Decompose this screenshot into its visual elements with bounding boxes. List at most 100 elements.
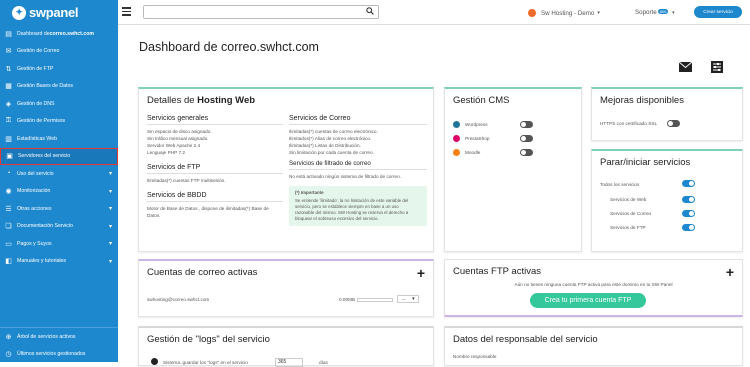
menu-icon[interactable] xyxy=(122,7,131,16)
bbdd-services-title: Servicios de BBDD xyxy=(147,192,283,202)
service-toggle[interactable] xyxy=(682,224,695,231)
general-line: Sin espacio de disco asignado. xyxy=(147,129,212,134)
cms-toggle[interactable] xyxy=(520,149,533,156)
sidebar-item-label: Gestión de DNS xyxy=(17,100,55,107)
sidebar-item[interactable]: ▣ Servidores del servicio xyxy=(0,147,118,165)
cms-title: Gestión CMS xyxy=(453,95,510,106)
new-service-button[interactable]: Crear servicio xyxy=(694,6,742,18)
note-line: bloquear el sobreuso excesivo del servic… xyxy=(295,216,379,221)
improvements-card: Mejoras disponibles HTTPS con certificad… xyxy=(591,87,743,141)
service-item-label: Servicios de Correo xyxy=(610,211,652,216)
all-services-toggle[interactable] xyxy=(682,180,695,187)
filter-line: No está activado ningún sistema de filtr… xyxy=(289,174,402,179)
all-services-label: Todos los servicios xyxy=(600,182,640,187)
search-input[interactable] xyxy=(144,12,364,24)
sidebar-item-label-bold: correo.swhct.com xyxy=(49,30,94,37)
cms-toggle[interactable] xyxy=(520,121,533,128)
logs-days-select[interactable]: 365 xyxy=(275,358,303,367)
chevron-down-icon: ▾ xyxy=(108,171,112,178)
tree-icon: ⊕ xyxy=(5,333,12,341)
dashboard-icon: ▤ xyxy=(5,30,12,38)
note-title: (*) Importante xyxy=(295,190,324,195)
mail-icon[interactable] xyxy=(678,61,692,73)
account-selector[interactable]: Sw Hosting - Demo ▾ xyxy=(528,9,600,17)
service-toggle[interactable] xyxy=(682,196,695,203)
logo-text: swpanel xyxy=(29,5,79,20)
owner-card: Datos del responsable del servicio Nombr… xyxy=(444,326,743,366)
cms-item-label: PrestaShop xyxy=(465,136,490,141)
logs-card: Gestión de "logs" del servicio Sistema..… xyxy=(138,326,434,367)
prestashop-icon xyxy=(453,135,460,142)
sidebar-item[interactable]: ▥ Estadísticas Web xyxy=(0,130,118,148)
ftp-empty-text: Aún no tienes ninguna cuenta FTP activa … xyxy=(514,282,673,287)
sidebar-bottom-item[interactable]: ⊕ Árbol de servicios activos xyxy=(0,328,118,345)
sidebar-item-label: Gestión de FTP xyxy=(17,65,54,72)
logo-icon: ✦ xyxy=(12,5,26,20)
ftp-icon: ⇅ xyxy=(5,65,12,73)
mail-account-actions[interactable]: ... ▾ xyxy=(397,295,419,303)
general-line: Sin tráfico mensual asignado. xyxy=(147,136,209,141)
mail-line: Ilimitadas(*) cuentas de correo electrón… xyxy=(289,129,378,134)
logs-unit: días xyxy=(319,360,328,365)
services-title: Parar/iniciar servicios xyxy=(600,157,691,168)
sidebar-item-label: Pagos y Suyos xyxy=(17,240,52,247)
sidebar-item-label: Últimos servicios gestionados xyxy=(17,350,86,357)
add-ftp-account-icon[interactable]: + xyxy=(726,264,734,280)
hosting-details-title: Detalles de Hosting Web xyxy=(147,95,256,106)
settings-sliders-icon[interactable] xyxy=(710,61,724,73)
logs-row-text: Sistema..guardar los "logs" en el servic… xyxy=(163,360,248,365)
sidebar-item[interactable]: ◧ Manuales y tutoriales ▾ xyxy=(0,253,118,271)
chevron-down-icon: ▾ xyxy=(672,10,675,16)
general-line: Servidor Web Apache 2.4 xyxy=(147,143,201,148)
mail-account-email[interactable]: swhosting@correo.swhct.com xyxy=(147,296,209,303)
wordpress-icon xyxy=(453,121,460,128)
search-icon[interactable] xyxy=(366,7,374,17)
sidebar-item[interactable]: ⇅ Gestión de FTP xyxy=(0,60,118,78)
ssl-label: HTTPS con certificado SSL xyxy=(600,121,658,126)
ftp-accounts-title: Cuentas FTP activas xyxy=(453,266,542,277)
search-box xyxy=(143,5,379,24)
cms-toggle[interactable] xyxy=(520,135,533,142)
sidebar-bottom-item[interactable]: ◷ Últimos servicios gestionados xyxy=(0,345,118,362)
sidebar-item[interactable]: ▭ Pagos y Suyos ▾ xyxy=(0,235,118,253)
sidebar-item-label: Gestión de Permisos xyxy=(17,118,66,125)
sidebar-item[interactable]: ▤ Dashboard de correo.swhct.com xyxy=(0,25,118,43)
sidebar-item[interactable]: ◈ Gestión de DNS xyxy=(0,95,118,113)
sidebar-item-label: Documentación Servicio xyxy=(17,223,73,230)
mail-line: Ilimitados(*) Alias de correo electrónic… xyxy=(289,136,372,141)
sidebar-item-label: Servidores del servicio xyxy=(18,153,71,160)
support-link[interactable]: Soporte 800 ▾ xyxy=(635,9,675,16)
sidebar-item[interactable]: ◉ Monitorización ▾ xyxy=(0,183,118,201)
dns-icon: ◈ xyxy=(5,100,12,108)
sidebar-item[interactable]: ⚿ Gestión de Permisos xyxy=(0,113,118,131)
sidebar-item[interactable]: ✉ Gestión de Correo xyxy=(0,43,118,61)
sidebar-item[interactable]: ▦ Gestión Bases de Datos xyxy=(0,78,118,96)
sidebar-item[interactable]: ❏ Documentación Servicio ▾ xyxy=(0,218,118,236)
support-label: Soporte xyxy=(635,9,657,16)
improvements-title: Mejoras disponibles xyxy=(600,95,684,106)
payment-icon: ▭ xyxy=(5,240,12,248)
server-icon: ▣ xyxy=(6,153,13,161)
ftp-services-title: Servicios de FTP xyxy=(147,164,283,174)
account-name: Sw Hosting - Demo xyxy=(541,9,595,17)
logs-title: Gestión de "logs" del servicio xyxy=(147,334,270,345)
sidebar-nav: ▤ Dashboard de correo.swhct.com ✉ Gestión d… xyxy=(0,25,118,270)
sidebar-item-label: Manuales y tutoriales xyxy=(17,258,67,265)
sidebar-item[interactable]: ◔ Uso del servicio ▾ xyxy=(0,165,118,183)
chevron-down-icon: ▾ xyxy=(108,188,112,195)
create-ftp-button[interactable]: Crea tu primera cuenta FTP xyxy=(530,293,646,308)
actions-icon: ☰ xyxy=(5,205,12,213)
service-item-label: Servicios de FTP xyxy=(610,225,646,230)
service-item-label: Servicios de Web xyxy=(610,197,647,202)
moodle-icon xyxy=(453,149,460,156)
filter-services-title: Servicios de filtrado de correo xyxy=(289,160,427,170)
hosting-right-column: Servicios de Correo Ilimitadas(*) cuenta… xyxy=(289,115,427,226)
service-toggle[interactable] xyxy=(682,210,695,217)
bbdd-line: Datos. xyxy=(147,213,161,218)
brand-logo[interactable]: ✦ swpanel xyxy=(0,0,118,25)
add-mail-account-icon[interactable]: + xyxy=(417,265,425,281)
mail-account-usage-bar xyxy=(357,298,393,302)
ssl-toggle[interactable] xyxy=(667,120,680,127)
sidebar-item[interactable]: ☰ Otras acciones ▾ xyxy=(0,200,118,218)
chevron-down-icon: ▾ xyxy=(108,258,112,265)
